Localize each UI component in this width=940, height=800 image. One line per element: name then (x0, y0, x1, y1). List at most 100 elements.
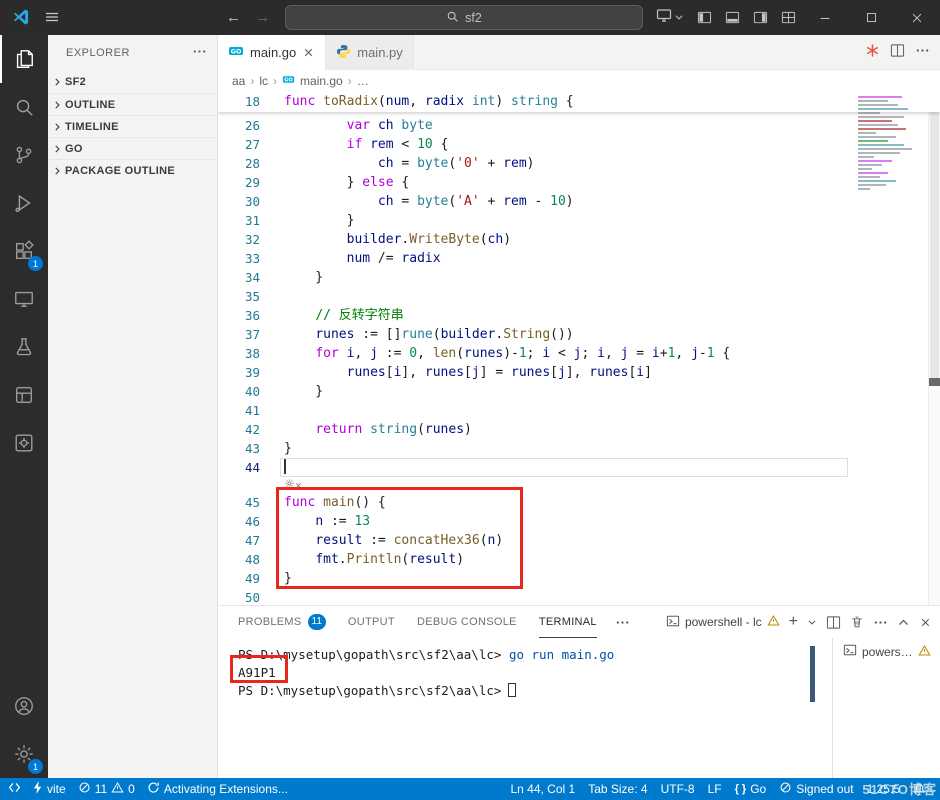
sidebar-section-timeline[interactable]: TIMELINE (48, 115, 217, 137)
terminal-selector[interactable]: powershell - lc (666, 614, 780, 631)
sidebar-section-package-outline[interactable]: PACKAGE OUTLINE (48, 159, 217, 181)
eol-item[interactable]: LF (708, 782, 722, 796)
close-tab-icon[interactable] (302, 46, 315, 59)
code-line-31[interactable]: 31 } (218, 211, 928, 230)
minimize-button[interactable] (802, 0, 848, 35)
breadcrumb-folder[interactable]: lc (259, 74, 268, 88)
encoding-item[interactable]: UTF-8 (661, 782, 695, 796)
code-line-49[interactable]: 49} (218, 569, 928, 588)
maximize-button[interactable] (848, 0, 894, 35)
code-line-32[interactable]: 32 builder.WriteByte(ch) (218, 230, 928, 249)
code-line-27[interactable]: 27 if rem < 10 { (218, 135, 928, 154)
code-line-44[interactable]: 44 (218, 458, 928, 477)
code-editor[interactable]: 26 var ch byte 27 if rem < 10 {28 ch = by… (218, 92, 940, 605)
code-line-40[interactable]: 40 } (218, 382, 928, 401)
code-line-33[interactable]: 33 num /= radix (218, 249, 928, 268)
terminal-list-panel: powers… (832, 638, 940, 778)
more-actions-icon[interactable] (615, 615, 630, 630)
activating-extensions-item[interactable]: Activating Extensions... (147, 781, 288, 797)
terminal-list-item[interactable]: powers… (833, 638, 940, 665)
code-line-39[interactable]: 39 runes[i], runes[j] = runes[j], runes[… (218, 363, 928, 382)
breadcrumb-file[interactable]: main.go (300, 74, 343, 88)
toggle-primary-sidebar-button[interactable] (690, 0, 718, 35)
terminal-dropdown-icon[interactable] (807, 617, 817, 627)
toggle-secondary-sidebar-button[interactable] (746, 0, 774, 35)
remote-explorer-icon[interactable] (0, 275, 48, 323)
vite-status-item[interactable]: vite (33, 781, 66, 797)
gear-square-icon[interactable] (0, 419, 48, 467)
minimap[interactable] (850, 94, 928, 284)
panel-tab-output[interactable]: OUTPUT (348, 606, 395, 638)
codelens-gear-icon[interactable] (284, 476, 302, 494)
sidebar-section-go[interactable]: GO (48, 137, 217, 159)
title-bar: ← → sf2 (0, 0, 940, 35)
code-line-26[interactable]: 26 var ch byte (218, 116, 928, 135)
remote-indicator[interactable] (8, 781, 21, 797)
panel-tab-problems[interactable]: PROBLEMS 11 (238, 606, 326, 638)
code-line-41[interactable]: 41 (218, 401, 928, 420)
split-terminal-icon[interactable] (826, 615, 841, 630)
tab-main-go[interactable]: GO main.go (218, 35, 327, 70)
breadcrumb-symbol[interactable]: … (357, 74, 369, 88)
code-line-45[interactable]: 45 func main() { (218, 493, 928, 512)
code-line-38[interactable]: 38 for i, j := 0, len(runes)-1; i < j; i… (218, 344, 928, 363)
app-window-icon[interactable] (0, 371, 48, 419)
sidebar-section-sf2[interactable]: SF2 (48, 71, 217, 93)
code-line-43[interactable]: 43} (218, 439, 928, 458)
testing-icon[interactable] (0, 323, 48, 371)
more-actions-icon[interactable] (192, 44, 207, 62)
editor-scrollbar[interactable] (928, 92, 940, 605)
back-button[interactable]: ← (226, 9, 241, 26)
kill-terminal-icon[interactable] (850, 615, 864, 629)
tab-size-item[interactable]: Tab Size: 4 (588, 782, 647, 796)
language-mode-item[interactable]: { } Go (735, 782, 767, 796)
account-icon[interactable] (0, 682, 48, 730)
panel-tab-debug-console[interactable]: DEBUG CONSOLE (417, 606, 517, 638)
code-line-46[interactable]: 46 n := 13 (218, 512, 928, 531)
code-line-35[interactable]: 35 (218, 287, 928, 306)
close-panel-icon[interactable] (919, 616, 932, 629)
customize-layout-button[interactable] (774, 0, 802, 35)
code-line-48[interactable]: 48 fmt.Println(result) (218, 550, 928, 569)
terminal-scrollbar-thumb[interactable] (810, 646, 815, 702)
cursor-position-item[interactable]: Ln 44, Col 1 (510, 782, 575, 796)
code-line-36[interactable]: 36 // 反转字符串 (218, 306, 928, 325)
tab-main-py[interactable]: main.py (326, 35, 414, 70)
sidebar-section-outline[interactable]: OUTLINE (48, 93, 217, 115)
run-debug-icon[interactable] (0, 179, 48, 227)
remote-window-dropdown[interactable] (650, 0, 690, 35)
more-actions-icon[interactable] (873, 615, 888, 630)
code-line-37[interactable]: 37 runes := []rune(builder.String()) (218, 325, 928, 344)
forward-button[interactable]: → (255, 9, 270, 26)
code-line-28[interactable]: 28 ch = byte('0' + rem) (218, 154, 928, 173)
code-line-42[interactable]: 42 return string(runes) (218, 420, 928, 439)
panel-tab-terminal[interactable]: TERMINAL (538, 606, 597, 638)
maximize-panel-icon[interactable] (897, 616, 910, 629)
code-line-18[interactable]: 18 func toRadix(num, radix int) string { (218, 92, 940, 112)
toggle-panel-button[interactable] (718, 0, 746, 35)
code-line-47[interactable]: 47 result := concatHex36(n) (218, 531, 928, 550)
codelens-row[interactable] (218, 477, 928, 493)
code-line-50[interactable]: 50 (218, 588, 928, 605)
command-center-search[interactable]: sf2 (285, 5, 643, 30)
search-icon[interactable] (0, 83, 48, 131)
sticky-scroll-line[interactable]: 18 func toRadix(num, radix int) string { (218, 92, 940, 112)
source-control-icon[interactable] (0, 131, 48, 179)
terminal-output-area[interactable]: PS D:\mysetup\gopath\src\sf2\aa\lc> go r… (218, 638, 812, 778)
extensions-icon[interactable]: 1 (0, 227, 48, 275)
new-terminal-button[interactable]: + (789, 614, 798, 630)
scrollbar-thumb[interactable] (930, 92, 939, 382)
explorer-icon[interactable] (0, 35, 48, 83)
close-button[interactable] (894, 0, 940, 35)
menu-hamburger-icon[interactable] (44, 9, 60, 30)
split-editor-icon[interactable] (890, 43, 905, 63)
code-line-34[interactable]: 34 } (218, 268, 928, 287)
run-code-icon[interactable] (865, 43, 880, 63)
code-line-29[interactable]: 29 } else { (218, 173, 928, 192)
code-line-30[interactable]: 30 ch = byte('A' + rem - 10) (218, 192, 928, 211)
settings-gear-icon[interactable]: 1 (0, 730, 48, 778)
problems-status-item[interactable]: 11 0 (78, 781, 135, 797)
breadcrumb-folder[interactable]: aa (232, 74, 245, 88)
signed-out-item[interactable]: Signed out (779, 781, 854, 797)
more-actions-icon[interactable] (915, 43, 930, 63)
